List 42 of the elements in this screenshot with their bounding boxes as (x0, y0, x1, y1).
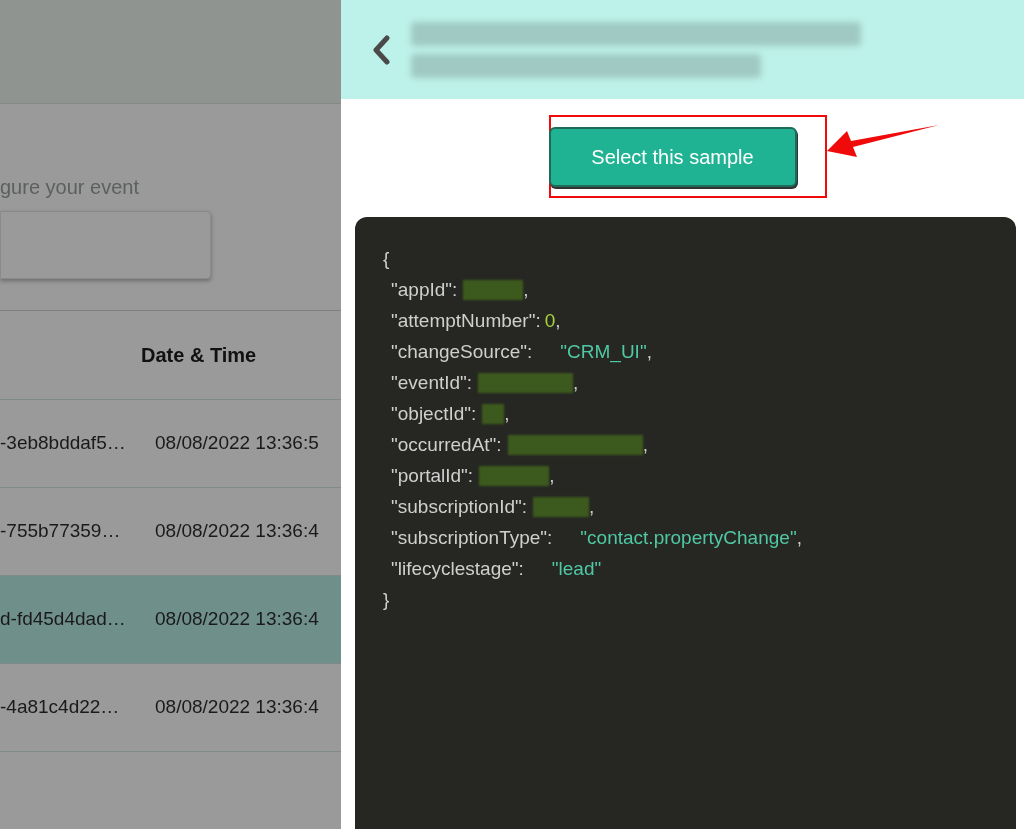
brace-text: { (383, 247, 391, 271)
comma-text: , (504, 402, 510, 426)
input-field[interactable] (0, 211, 211, 279)
table-cell-text: 08/08/2022 13:36:4 (155, 519, 319, 544)
brace-text: } (383, 588, 391, 612)
code-value: "lead" (551, 557, 602, 581)
comma-text: , (549, 464, 555, 488)
column-header: Date & Time (141, 343, 257, 368)
code-key: "objectId": (391, 398, 477, 429)
code-key: "appId": (391, 274, 458, 305)
code-key: "portalId": (391, 460, 474, 491)
redacted-value (482, 403, 505, 424)
code-value: 0 (544, 309, 556, 333)
table-cell-text: -4a81c4d22… (0, 695, 121, 720)
code-key: "eventId": (391, 367, 473, 398)
comma-text: , (642, 433, 648, 457)
comma-text: , (796, 526, 802, 550)
code-key: "subscriptionType": (391, 522, 553, 553)
table-cell-text: d-fd45d4dad… (0, 607, 127, 632)
instruction-text: gure your event (0, 175, 139, 200)
code-key: "lifecyclestage": (391, 553, 524, 584)
table-row[interactable]: d-fd45d4dad… 08/08/2022 13:36:4 (0, 576, 341, 664)
redacted-value (463, 279, 524, 300)
code-value: "CRM_UI" (560, 340, 647, 365)
table-cell-text: -3eb8bddaf5… (0, 431, 127, 456)
code-value: "contact.propertyChange" (580, 526, 797, 550)
comma-text: , (523, 278, 529, 302)
comma-text: , (646, 340, 652, 364)
code-key: "attemptNumber": (391, 305, 541, 336)
table-cell-text: 08/08/2022 13:36:5 (155, 431, 319, 456)
table-cell-text: 08/08/2022 13:36:4 (155, 607, 319, 632)
redacted-value (533, 496, 589, 517)
comma-text: , (555, 309, 561, 333)
table-cell-text: -755b77359… (0, 519, 122, 544)
comma-text: , (573, 371, 579, 395)
comma-text: , (589, 495, 595, 519)
table-cell-text: 08/08/2022 13:36:4 (155, 695, 319, 720)
redacted-value (479, 465, 550, 486)
back-chevron-icon[interactable] (371, 34, 391, 65)
code-key: "occurredAt": (391, 429, 502, 460)
code-key: "subscriptionId": (391, 491, 527, 522)
code-key: "changeSource": (391, 336, 533, 367)
